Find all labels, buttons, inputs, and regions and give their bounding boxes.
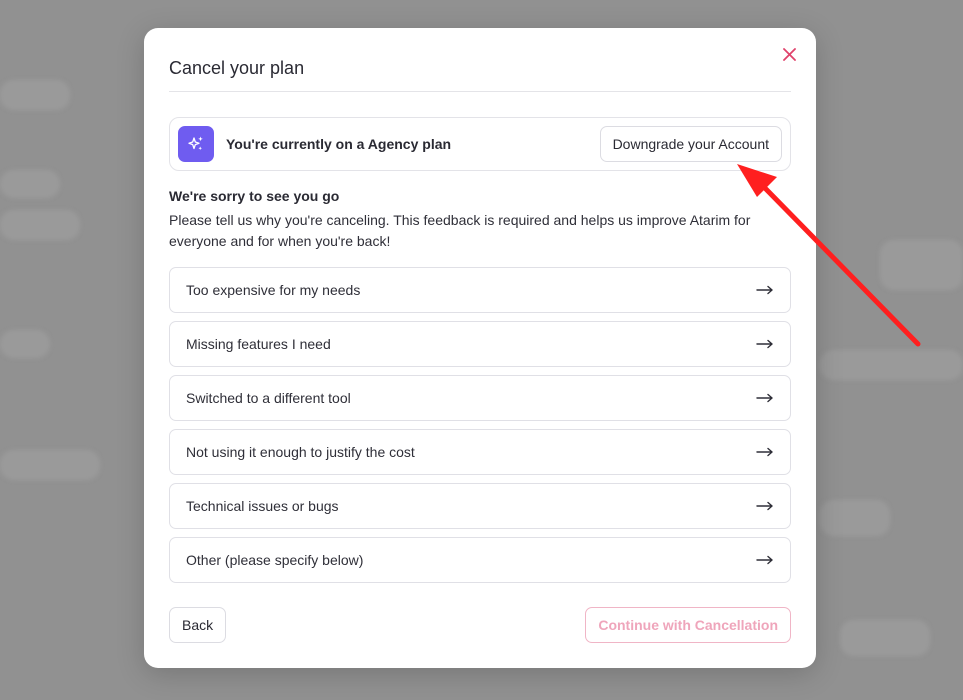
close-button[interactable] (778, 43, 800, 65)
cancellation-reasons-list: Too expensive for my needs Missing featu… (169, 267, 791, 591)
reason-label: Too expensive for my needs (186, 282, 361, 298)
close-icon (782, 47, 796, 61)
continue-cancellation-button[interactable]: Continue with Cancellation (585, 607, 791, 643)
reason-option-technical-issues[interactable]: Technical issues or bugs (169, 483, 791, 529)
sparkles-icon (178, 126, 214, 162)
reason-option-too-expensive[interactable]: Too expensive for my needs (169, 267, 791, 313)
reason-label: Missing features I need (186, 336, 331, 352)
reason-option-other[interactable]: Other (please specify below) (169, 537, 791, 583)
header-divider (169, 91, 791, 92)
current-plan-box: You're currently on a Agency plan Downgr… (169, 117, 791, 171)
modal-title: Cancel your plan (169, 58, 305, 78)
arrow-right-icon (756, 555, 773, 565)
reason-label: Not using it enough to justify the cost (186, 444, 415, 460)
feedback-heading: We're sorry to see you go (169, 188, 340, 204)
reason-option-switched-tool[interactable]: Switched to a different tool (169, 375, 791, 421)
back-button[interactable]: Back (169, 607, 227, 643)
reason-label: Other (please specify below) (186, 552, 364, 568)
arrow-right-icon (756, 285, 773, 295)
current-plan-text: You're currently on a Agency plan (226, 136, 452, 152)
arrow-right-icon (756, 447, 773, 457)
downgrade-account-button[interactable]: Downgrade your Account (599, 126, 782, 162)
feedback-description: Please tell us why you're canceling. Thi… (169, 212, 751, 249)
arrow-right-icon (756, 393, 773, 403)
reason-option-missing-features[interactable]: Missing features I need (169, 321, 791, 367)
arrow-right-icon (756, 339, 773, 349)
cancel-plan-modal: Cancel your plan You're currently on a A… (144, 28, 816, 668)
reason-label: Switched to a different tool (186, 390, 351, 406)
reason-label: Technical issues or bugs (186, 498, 339, 514)
reason-option-not-using-enough[interactable]: Not using it enough to justify the cost (169, 429, 791, 475)
arrow-right-icon (756, 501, 773, 511)
